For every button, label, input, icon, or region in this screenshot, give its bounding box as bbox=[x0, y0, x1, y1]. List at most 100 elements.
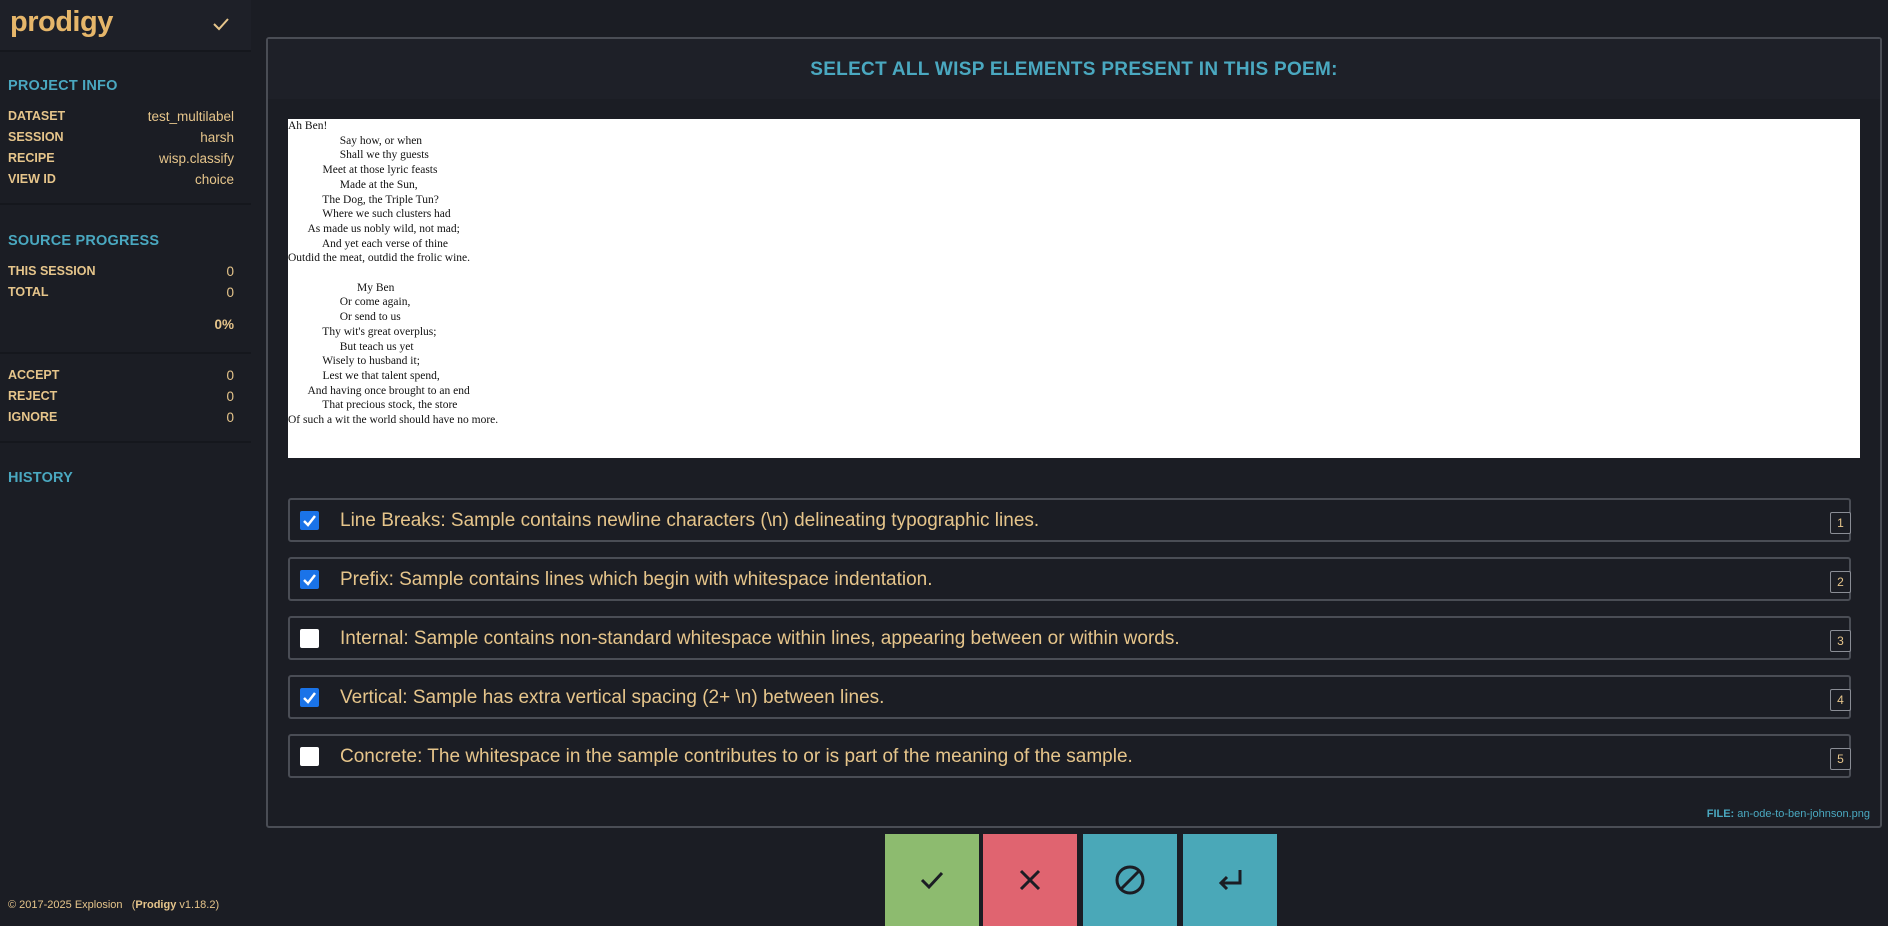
poem-line: Lest we that talent spend, bbox=[288, 369, 440, 382]
undo-icon bbox=[1218, 870, 1242, 891]
reject-button[interactable] bbox=[983, 834, 1077, 926]
poem-line: Ah Ben! bbox=[288, 120, 328, 132]
file-label: FILE: bbox=[1706, 808, 1735, 820]
shortcut-badge: 3 bbox=[1830, 630, 1851, 652]
info-value: choice bbox=[194, 172, 234, 187]
checkbox[interactable] bbox=[300, 747, 319, 766]
option-label: Prefix: Sample contains lines which begi… bbox=[340, 569, 933, 590]
count-row-ignore: IGNORE 0 bbox=[8, 410, 234, 428]
info-key: RECIPE bbox=[8, 151, 55, 165]
info-value: test_multilabel bbox=[147, 109, 234, 124]
option-line-breaks[interactable]: Line Breaks: Sample contains newline cha… bbox=[288, 498, 1851, 542]
progress-percent-row: 0% bbox=[8, 317, 234, 335]
checkbox[interactable] bbox=[300, 511, 319, 530]
option-vertical[interactable]: Vertical: Sample has extra vertical spac… bbox=[288, 675, 1851, 719]
count-value: 0 bbox=[226, 389, 234, 404]
file-name: an-ode-to-ben-johnson.png bbox=[1737, 808, 1870, 820]
task-title: SELECT ALL WISP ELEMENTS PRESENT IN THIS… bbox=[810, 59, 1338, 80]
logo-bar: prodigy bbox=[0, 0, 251, 50]
info-row-view-id: VIEW ID choice bbox=[8, 172, 234, 190]
checkbox[interactable] bbox=[300, 629, 319, 648]
divider bbox=[0, 352, 251, 354]
sidebar: prodigy PROJECT INFO DATASET test_multil… bbox=[0, 0, 251, 926]
poem-line: The Dog, the Triple Tun? bbox=[288, 193, 439, 206]
progress-key: THIS SESSION bbox=[8, 264, 96, 278]
count-key: REJECT bbox=[8, 389, 58, 403]
shortcut-badge: 1 bbox=[1830, 512, 1851, 534]
version: v1.18.2 bbox=[179, 899, 216, 911]
poem-line: Made at the Sun, bbox=[288, 178, 418, 191]
poem-line: Shall we thy guests bbox=[288, 149, 429, 162]
count-row-accept: ACCEPT 0 bbox=[8, 368, 234, 386]
progress-value: 0 bbox=[226, 264, 234, 279]
count-row-reject: REJECT 0 bbox=[8, 389, 234, 407]
shortcut-badge: 2 bbox=[1830, 571, 1851, 593]
count-value: 0 bbox=[226, 368, 234, 383]
undo-button[interactable] bbox=[1183, 834, 1277, 926]
accept-button[interactable] bbox=[885, 834, 979, 926]
option-label: Internal: Sample contains non-standard w… bbox=[340, 628, 1180, 649]
poem-line: My Ben bbox=[288, 281, 395, 294]
poem-image: Ah Ben! Say how, or when Shall we thy gu… bbox=[288, 119, 1860, 458]
app-logo: prodigy bbox=[10, 6, 113, 38]
progress-value: 0 bbox=[226, 285, 234, 300]
checkbox[interactable] bbox=[300, 688, 319, 707]
option-label: Vertical: Sample has extra vertical spac… bbox=[340, 687, 885, 708]
poem-line: Outdid the meat, outdid the frolic wine. bbox=[288, 252, 471, 265]
ignore-button[interactable] bbox=[1083, 834, 1177, 926]
checkmark-icon bbox=[303, 574, 316, 586]
shortcut-badge: 5 bbox=[1830, 748, 1851, 770]
poem-line: Say how, or when bbox=[288, 134, 423, 147]
progress-row-total: TOTAL 0 bbox=[8, 285, 234, 303]
option-internal[interactable]: Internal: Sample contains non-standard w… bbox=[288, 616, 1851, 660]
check-icon[interactable] bbox=[211, 14, 231, 34]
option-prefix[interactable]: Prefix: Sample contains lines which begi… bbox=[288, 557, 1851, 601]
close-icon bbox=[1019, 869, 1041, 891]
poem-line: Wisely to husband it; bbox=[288, 355, 420, 368]
progress-key: TOTAL bbox=[8, 285, 49, 299]
poem-line: Where we such clusters had bbox=[288, 208, 451, 221]
info-row-dataset: DATASET test_multilabel bbox=[8, 109, 234, 127]
divider bbox=[0, 441, 251, 443]
source-progress-title: SOURCE PROGRESS bbox=[8, 233, 160, 249]
info-key: VIEW ID bbox=[8, 172, 56, 186]
option-label: Line Breaks: Sample contains newline cha… bbox=[340, 510, 1040, 531]
count-key: IGNORE bbox=[8, 410, 58, 424]
poem-line bbox=[288, 266, 498, 281]
info-row-recipe: RECIPE wisp.classify bbox=[8, 151, 234, 169]
divider bbox=[0, 203, 251, 205]
poem-line: As made us nobly wild, not mad; bbox=[288, 222, 460, 235]
poem-line: Meet at those lyric feasts bbox=[288, 164, 438, 177]
info-row-session: SESSION harsh bbox=[8, 130, 234, 148]
info-value: harsh bbox=[200, 130, 234, 145]
poem-text: Ah Ben! Say how, or when Shall we thy gu… bbox=[288, 119, 498, 428]
file-info: FILE: an-ode-to-ben-johnson.png bbox=[1707, 808, 1870, 820]
project-info-title: PROJECT INFO bbox=[8, 78, 118, 94]
option-label: Concrete: The whitespace in the sample c… bbox=[340, 746, 1133, 767]
history-title[interactable]: HISTORY bbox=[8, 470, 73, 486]
poem-line: That precious stock, the store bbox=[288, 399, 458, 412]
footer: © 2017-2025 Explosion (Prodigy v1.18.2) bbox=[8, 899, 220, 911]
info-key: SESSION bbox=[8, 130, 64, 144]
copyright: © 2017-2025 Explosion bbox=[8, 899, 123, 911]
checkmark-icon bbox=[303, 692, 316, 704]
info-key: DATASET bbox=[8, 109, 66, 123]
task-card: SELECT ALL WISP ELEMENTS PRESENT IN THIS… bbox=[266, 37, 1882, 828]
poem-line: And yet each verse of thine bbox=[288, 237, 448, 250]
poem-line: But teach us yet bbox=[288, 340, 414, 353]
progress-row-this-session: THIS SESSION 0 bbox=[8, 264, 234, 282]
poem-line: Or come again, bbox=[288, 296, 411, 309]
checkbox[interactable] bbox=[300, 570, 319, 589]
check-icon bbox=[920, 871, 944, 890]
count-value: 0 bbox=[226, 410, 234, 425]
poem-line: And having once brought to an end bbox=[288, 384, 470, 397]
info-value: wisp.classify bbox=[158, 151, 234, 166]
divider bbox=[0, 50, 251, 52]
checkmark-icon bbox=[303, 515, 316, 527]
option-concrete[interactable]: Concrete: The whitespace in the sample c… bbox=[288, 734, 1851, 778]
shortcut-badge: 4 bbox=[1830, 689, 1851, 711]
poem-line: Of such a wit the world should have no m… bbox=[288, 414, 499, 427]
ban-icon bbox=[1115, 865, 1145, 895]
count-key: ACCEPT bbox=[8, 368, 60, 382]
poem-line: Or send to us bbox=[288, 311, 401, 324]
